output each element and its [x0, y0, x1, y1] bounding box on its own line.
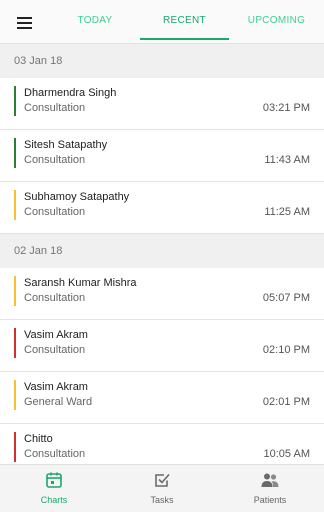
visit-time: 11:25 AM — [264, 206, 310, 218]
list-item[interactable]: Saransh Kumar Mishra Consultation 05:07 … — [0, 268, 324, 320]
tab-upcoming[interactable]: UPCOMING — [229, 0, 324, 42]
active-tab-indicator — [140, 38, 229, 40]
patient-name: Vasim Akram — [24, 381, 88, 393]
visit-type: Consultation — [24, 154, 86, 166]
status-indicator — [14, 276, 16, 306]
visit-time: 10:05 AM — [263, 448, 310, 460]
visit-type: Consultation — [24, 344, 86, 356]
top-app-bar: TODAY RECENT UPCOMING — [0, 0, 324, 44]
list-item[interactable]: Vasim Akram Consultation 02:10 PM — [0, 320, 324, 372]
status-indicator — [14, 190, 16, 220]
list-item[interactable]: Sitesh Satapathy Consultation 11:43 AM — [0, 130, 324, 182]
nav-tasks[interactable]: Tasks — [108, 465, 216, 512]
visit-time: 05:07 PM — [262, 292, 310, 304]
nav-patients[interactable]: Patients — [216, 465, 324, 512]
visit-time: 03:21 PM — [262, 102, 310, 114]
patient-name: Chitto — [24, 433, 53, 445]
nav-charts[interactable]: Charts — [0, 465, 108, 512]
date-header: 02 Jan 18 — [14, 245, 63, 257]
status-indicator — [14, 328, 16, 358]
visit-list[interactable]: 03 Jan 18 Dharmendra Singh Consultation … — [0, 44, 324, 464]
patient-name: Dharmendra Singh — [24, 87, 117, 99]
visit-type: Consultation — [24, 448, 86, 460]
date-header: 03 Jan 18 — [14, 55, 63, 67]
visit-time: 02:10 PM — [262, 344, 310, 356]
nav-charts-label: Charts — [40, 495, 68, 505]
list-item[interactable]: Chitto Consultation 10:05 AM — [0, 424, 324, 464]
nav-patients-label: Patients — [253, 495, 287, 505]
calendar-icon — [46, 472, 62, 488]
status-indicator — [14, 432, 16, 462]
status-indicator — [14, 86, 16, 116]
list-item[interactable]: Vasim Akram General Ward 02:01 PM — [0, 372, 324, 424]
patient-name: Vasim Akram — [24, 329, 88, 341]
list-item[interactable]: Dharmendra Singh Consultation 03:21 PM — [0, 78, 324, 130]
visit-time: 02:01 PM — [262, 396, 310, 408]
visit-type: Consultation — [24, 102, 86, 114]
tab-today[interactable]: TODAY — [50, 0, 140, 42]
status-indicator — [14, 380, 16, 410]
nav-tasks-label: Tasks — [150, 495, 174, 505]
patient-name: Subhamoy Satapathy — [24, 191, 130, 203]
people-icon — [261, 473, 279, 487]
visit-time: 11:43 AM — [264, 154, 310, 166]
visit-type: Consultation — [24, 292, 86, 304]
visit-type: General Ward — [24, 396, 93, 408]
visit-type: Consultation — [24, 206, 86, 218]
patient-name: Saransh Kumar Mishra — [24, 277, 137, 289]
menu-icon[interactable] — [12, 12, 36, 34]
status-indicator — [14, 138, 16, 168]
bottom-navigation: Charts Tasks Patients — [0, 464, 324, 512]
patient-name: Sitesh Satapathy — [24, 139, 108, 151]
checkbox-icon — [155, 473, 170, 487]
tab-recent[interactable]: RECENT — [140, 0, 229, 42]
list-item[interactable]: Subhamoy Satapathy Consultation 11:25 AM — [0, 182, 324, 234]
